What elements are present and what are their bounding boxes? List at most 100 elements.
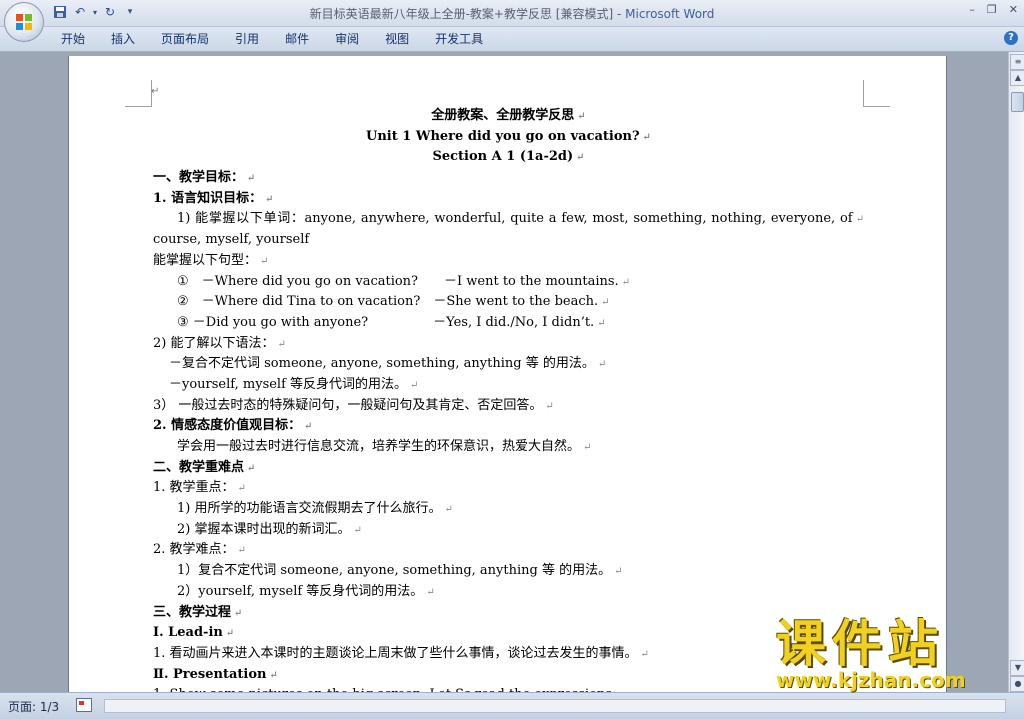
line-text: Section A 1 (1a-2d)	[432, 149, 574, 165]
line-text: ③ －Did you go with anyone? －Yes, I did./…	[177, 314, 595, 330]
document-line: 2）yourself, myself 等反身代词的用法。 ↵	[153, 582, 864, 603]
restore-button[interactable]: ❐	[987, 3, 997, 16]
app-name: Microsoft Word	[625, 7, 715, 21]
paragraph-mark: ↵	[576, 152, 585, 164]
line-text: 1. 教学重点：	[153, 480, 235, 496]
scroll-up-icon[interactable]: ▲	[1010, 70, 1024, 86]
line-text: 2. 教学难点：	[153, 542, 235, 558]
paragraph-mark: ↵	[621, 276, 631, 288]
line-text: 2) 能了解以下语法：	[153, 335, 275, 351]
line-text: 三、教学过程	[153, 604, 232, 620]
paragraph-mark: ↵	[642, 131, 651, 143]
watermark-url: www.kjzhan.com	[776, 668, 966, 692]
vertical-scrollbar[interactable]: ≡ ▲ ▼ ●	[1008, 52, 1024, 692]
document-line: 全册教案、全册教学反思 ↵	[153, 106, 864, 127]
line-text: 1. 看动画片来进入本课时的主题谈论上周末做了些什么事情，谈论过去发生的事情。	[153, 645, 638, 661]
document-line: Ⅱ. Presentation ↵	[153, 665, 864, 686]
proofing-icon[interactable]	[76, 698, 92, 712]
paragraph-mark: ↵	[247, 173, 256, 185]
document-line: 2) 掌握本课时出现的新词汇。 ↵	[153, 520, 864, 541]
select-browse-object-icon[interactable]: ●	[1010, 676, 1024, 692]
document-line: －yourself, myself 等反身代词的用法。 ↵	[153, 375, 864, 396]
close-button[interactable]: ✕	[1009, 3, 1018, 16]
paragraph-mark: ↵	[304, 421, 313, 433]
tab-0[interactable]: 开始	[48, 31, 98, 47]
document-line: ③ －Did you go with anyone? －Yes, I did./…	[153, 313, 864, 334]
paragraph-mark: ↵	[583, 442, 592, 453]
line-text: －复合不定代词 someone, anyone, something, anyt…	[169, 356, 595, 372]
document-line: Section A 1 (1a-2d) ↵	[153, 147, 864, 168]
line-text: 2）yourself, myself 等反身代词的用法。	[177, 583, 424, 599]
scroll-thumb[interactable]	[1011, 92, 1024, 112]
line-text: 1）复合不定代词 someone, anyone, something, any…	[177, 563, 612, 579]
line-text: Unit 1 Where did you go on vacation?	[366, 128, 640, 144]
scroll-down-icon[interactable]: ▼	[1010, 660, 1024, 676]
line-text: 1. 语言知识目标：	[153, 190, 263, 206]
margin-corner-mark	[863, 80, 890, 107]
tab-6[interactable]: 视图	[372, 31, 422, 47]
document-line: 1. 教学重点： ↵	[153, 478, 864, 499]
watermark-title: 课件站	[776, 615, 944, 673]
tab-5[interactable]: 审阅	[322, 31, 372, 47]
paragraph-mark: ↵	[640, 648, 649, 660]
line-text: 2) 掌握本课时出现的新词汇。	[177, 521, 351, 537]
window-title: 新目标英语最新八年级上全册-教案+教学反思 [兼容模式] - Microsoft…	[0, 5, 1024, 22]
line-text: Ⅰ. Lead-in	[153, 625, 223, 641]
document-line: 2) 能了解以下语法： ↵	[153, 334, 864, 355]
help-icon[interactable]: ?	[1004, 31, 1018, 45]
split-handle-icon[interactable]: ≡	[1010, 54, 1024, 70]
horizontal-scrollbar[interactable]	[104, 699, 1006, 713]
tab-4[interactable]: 邮件	[272, 31, 322, 47]
document-line: 学会用一般过去时进行信息交流，培养学生的环保意识，热爱大自然。 ↵	[153, 437, 864, 458]
paragraph-mark: ↵	[410, 379, 419, 391]
ribbon-tabs-bar: 开始 插入 页面布局 引用 邮件 审阅 视图 开发工具 ?	[0, 27, 1024, 52]
office-button[interactable]	[4, 2, 44, 42]
paragraph-mark: ↵	[234, 607, 243, 619]
document-line: Ⅰ. Lead-in ↵	[153, 623, 864, 644]
document-line: 2. 教学难点： ↵	[153, 540, 864, 561]
document-body[interactable]: 全册教案、全册教学反思 ↵ Unit 1 Where did you go on v…	[153, 106, 864, 696]
document-line: ① －Where did you go on vacation? －I went…	[153, 272, 864, 293]
document-title: 新目标英语最新八年级上全册-教案+教学反思 [兼容模式] -	[309, 7, 626, 21]
paragraph-mark: ↵	[237, 545, 246, 557]
page-count[interactable]: 页面: 1/3	[8, 698, 59, 715]
document-line: course, myself, yourself	[153, 230, 864, 251]
line-text: 一、教学目标：	[153, 170, 245, 186]
paragraph-mark: ↵	[237, 483, 246, 495]
document-line: 能掌握以下句型： ↵	[153, 251, 864, 272]
document-line: 三、教学过程 ↵	[153, 603, 864, 624]
document-area: ↵ 全册教案、全册教学反思 ↵ Unit 1 Where did you go on…	[0, 52, 1008, 696]
document-page[interactable]: ↵ 全册教案、全册教学反思 ↵ Unit 1 Where did you go on…	[68, 56, 947, 696]
document-line: 一、教学目标： ↵	[153, 168, 864, 189]
office-logo-icon	[16, 14, 32, 30]
line-text: 二、教学重难点	[153, 459, 245, 475]
paragraph-mark: ↵	[247, 462, 256, 474]
tab-1[interactable]: 插入	[98, 31, 148, 47]
paragraph-mark: ↵	[577, 111, 586, 122]
document-line: 1) 用所学的功能语言交流假期去了什么旅行。 ↵	[153, 499, 864, 520]
minimize-button[interactable]: –	[969, 3, 975, 16]
tab-3[interactable]: 引用	[222, 31, 272, 47]
paragraph-mark: ↵	[353, 524, 362, 536]
site-watermark: 课件站 www.kjzhan.com	[770, 616, 1010, 694]
line-text: ① －Where did you go on vacation? －I went…	[177, 273, 619, 289]
paragraph-mark: ↵	[545, 400, 554, 412]
paragraph-mark: ↵	[597, 317, 606, 329]
document-line: 1. 语言知识目标： ↵	[153, 189, 864, 210]
document-line: 1）复合不定代词 someone, anyone, something, any…	[153, 561, 864, 582]
line-text: 1) 能掌握以下单词：anyone, anywhere, wonderful, …	[177, 211, 853, 227]
line-text: course, myself, yourself	[153, 232, 310, 248]
tab-2[interactable]: 页面布局	[148, 31, 222, 47]
tab-7[interactable]: 开发工具	[422, 31, 496, 47]
document-line: Unit 1 Where did you go on vacation? ↵	[153, 127, 864, 148]
document-line: －复合不定代词 someone, anyone, something, anyt…	[153, 354, 864, 375]
document-line: 3） 一般过去时态的特殊疑问句，一般疑问句及其肯定、否定回答。 ↵	[153, 396, 864, 417]
line-text: 1) 用所学的功能语言交流假期去了什么旅行。	[177, 501, 442, 517]
paragraph-mark: ↵	[855, 214, 864, 226]
paragraph-mark: ↵	[597, 359, 607, 371]
paragraph-mark: ↵	[151, 86, 160, 97]
paragraph-mark: ↵	[225, 628, 235, 640]
document-line: ② －Where did Tina to on vacation? －She w…	[153, 292, 864, 313]
document-line: 1. 看动画片来进入本课时的主题谈论上周末做了些什么事情，谈论过去发生的事情。 ↵	[153, 644, 864, 665]
document-line: 1) 能掌握以下单词：anyone, anywhere, wonderful, …	[153, 209, 864, 230]
